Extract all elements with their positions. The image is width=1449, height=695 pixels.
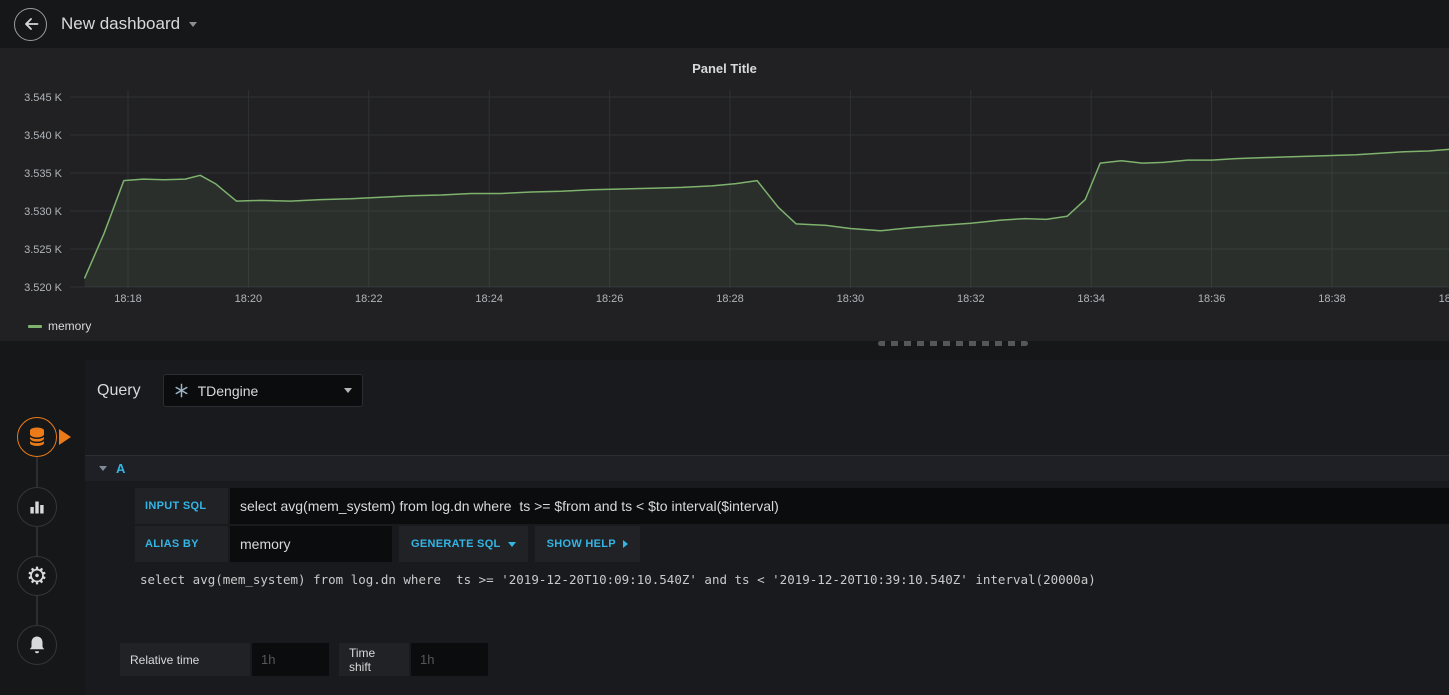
svg-text:18:24: 18:24	[475, 293, 503, 305]
arrow-left-icon	[24, 18, 38, 30]
svg-text:18:26: 18:26	[596, 293, 624, 305]
svg-text:3.535 K: 3.535 K	[24, 168, 63, 180]
relative-time-input[interactable]	[252, 643, 329, 676]
svg-text:18:38: 18:38	[1318, 293, 1346, 305]
input-sql-row: INPUT SQL	[135, 488, 1449, 524]
caret-down-icon	[343, 388, 352, 393]
svg-text:3.525 K: 3.525 K	[24, 244, 63, 256]
panel-scroll-handle[interactable]	[878, 341, 1028, 346]
sidebar-connector-line	[36, 437, 38, 645]
generated-sql-text: select avg(mem_system) from log.dn where…	[140, 572, 1096, 587]
svg-text:18:32: 18:32	[957, 293, 985, 305]
dashboard-title-menu[interactable]: New dashboard	[61, 14, 198, 34]
show-help-button[interactable]: SHOW HELP	[534, 526, 640, 562]
alias-by-label: ALIAS BY	[135, 526, 228, 562]
legend-series-label[interactable]: memory	[48, 319, 91, 333]
query-header: Query TDengine	[85, 374, 363, 407]
datasource-name: TDengine	[197, 382, 259, 399]
svg-text:18:18: 18:18	[114, 293, 142, 305]
svg-text:18:34: 18:34	[1077, 293, 1105, 305]
svg-text:3.530 K: 3.530 K	[24, 206, 63, 218]
relative-time-label: Relative time	[120, 643, 250, 676]
generate-sql-label: GENERATE SQL	[411, 538, 501, 550]
database-icon	[29, 427, 45, 446]
show-help-label: SHOW HELP	[546, 538, 616, 550]
svg-text:18:20: 18:20	[235, 293, 263, 305]
panel-title[interactable]: Panel Title	[0, 48, 1449, 76]
svg-text:3.520 K: 3.520 K	[24, 282, 63, 294]
top-header: New dashboard	[0, 0, 1449, 48]
timeseries-chart[interactable]: 3.545 K 3.540 K 3.535 K 3.530 K 3.525 K 3.520…	[0, 86, 1449, 311]
generate-sql-button[interactable]: GENERATE SQL	[399, 526, 528, 562]
collapse-caret-icon	[99, 466, 107, 471]
alias-by-field[interactable]	[230, 526, 392, 562]
svg-text:18:22: 18:22	[355, 293, 383, 305]
query-ref-id: A	[116, 461, 126, 476]
gear-icon: ⚙	[26, 562, 48, 590]
tab-queries[interactable]	[17, 417, 57, 457]
input-sql-field[interactable]	[230, 488, 1449, 524]
query-section-title: Query	[97, 381, 141, 399]
time-options-row: Relative time Time shift	[120, 643, 488, 676]
caret-down-icon	[507, 541, 516, 547]
dashboard-title: New dashboard	[61, 14, 181, 33]
datasource-picker[interactable]: TDengine	[162, 374, 363, 407]
graph-panel: Panel Title 3.545 K 3.540 K 3.535 K 3.530 K…	[0, 48, 1449, 341]
svg-text:3.545 K: 3.545 K	[24, 92, 63, 104]
tab-general[interactable]: ⚙	[17, 556, 57, 596]
query-editor-pane: Query TDengine A INPUT SQL ALIAS BY GENE…	[85, 360, 1449, 695]
caret-right-icon	[622, 540, 628, 548]
query-ref-row[interactable]: A	[85, 455, 1449, 481]
svg-text:18:28: 18:28	[716, 293, 744, 305]
alias-by-row: ALIAS BY GENERATE SQL SHOW HELP	[135, 526, 1449, 562]
tab-alert[interactable]	[17, 625, 57, 665]
active-tab-arrow-icon	[59, 429, 71, 445]
caret-down-icon	[189, 21, 198, 27]
time-shift-input[interactable]	[411, 643, 488, 676]
tab-visualization[interactable]	[17, 487, 57, 527]
svg-text:18:36: 18:36	[1198, 293, 1226, 305]
legend: memory	[28, 319, 91, 333]
svg-text:18:30: 18:30	[837, 293, 865, 305]
tdengine-logo-icon	[175, 383, 188, 398]
input-sql-label: INPUT SQL	[135, 488, 228, 524]
time-shift-label: Time shift	[339, 643, 409, 676]
bell-icon	[29, 636, 45, 654]
legend-series-icon	[28, 324, 42, 328]
svg-text:18:40: 18:40	[1439, 293, 1449, 305]
back-button[interactable]	[14, 7, 47, 41]
chart-icon	[30, 501, 44, 514]
svg-text:3.540 K: 3.540 K	[24, 130, 63, 142]
